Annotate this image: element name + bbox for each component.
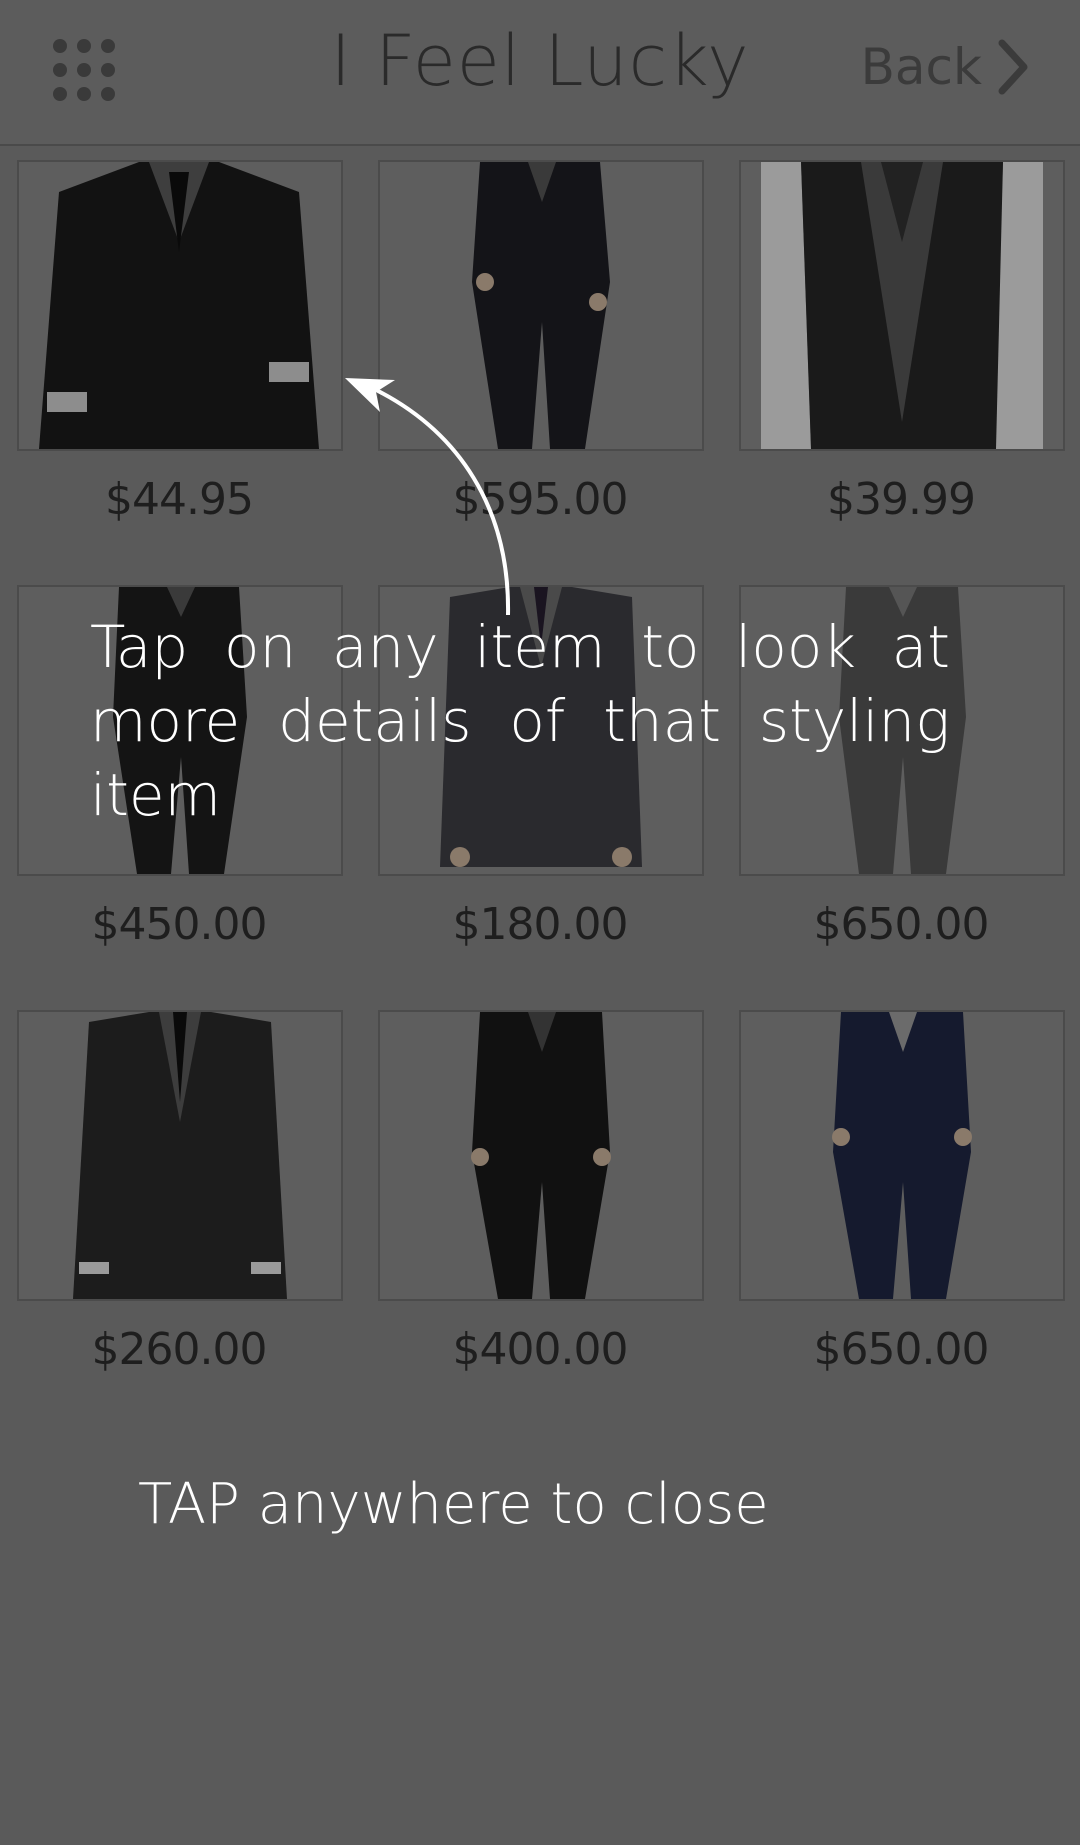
product-price: $44.95 (105, 474, 254, 525)
chevron-right-icon (998, 39, 1028, 95)
product-image[interactable] (739, 1010, 1065, 1301)
product-card[interactable]: $400.00 (378, 1010, 704, 1434)
product-card[interactable]: $650.00 (739, 1010, 1065, 1434)
product-image[interactable] (17, 1010, 343, 1301)
product-price: $39.99 (827, 474, 976, 525)
product-price: $650.00 (813, 1324, 990, 1375)
close-hint[interactable]: TAP anywhere to close (138, 1472, 769, 1537)
back-button[interactable]: Back (861, 38, 1030, 96)
product-price: $180.00 (452, 899, 629, 950)
product-card[interactable]: $39.99 (739, 160, 1065, 584)
product-price: $650.00 (813, 899, 990, 950)
product-card[interactable]: $260.00 (17, 1010, 343, 1434)
curved-arrow-icon (340, 370, 520, 634)
product-image[interactable] (378, 1010, 704, 1301)
app-header: I Feel Lucky Back (0, 0, 1080, 146)
coachmark-tip: Tap on any item to look at more details … (90, 613, 950, 829)
product-price: $400.00 (452, 1324, 629, 1375)
product-image[interactable] (739, 160, 1065, 451)
product-image[interactable] (17, 160, 343, 451)
product-card[interactable]: $44.95 (17, 160, 343, 584)
back-label: Back (860, 38, 982, 96)
product-price: $450.00 (91, 899, 268, 950)
product-price: $260.00 (91, 1324, 268, 1375)
